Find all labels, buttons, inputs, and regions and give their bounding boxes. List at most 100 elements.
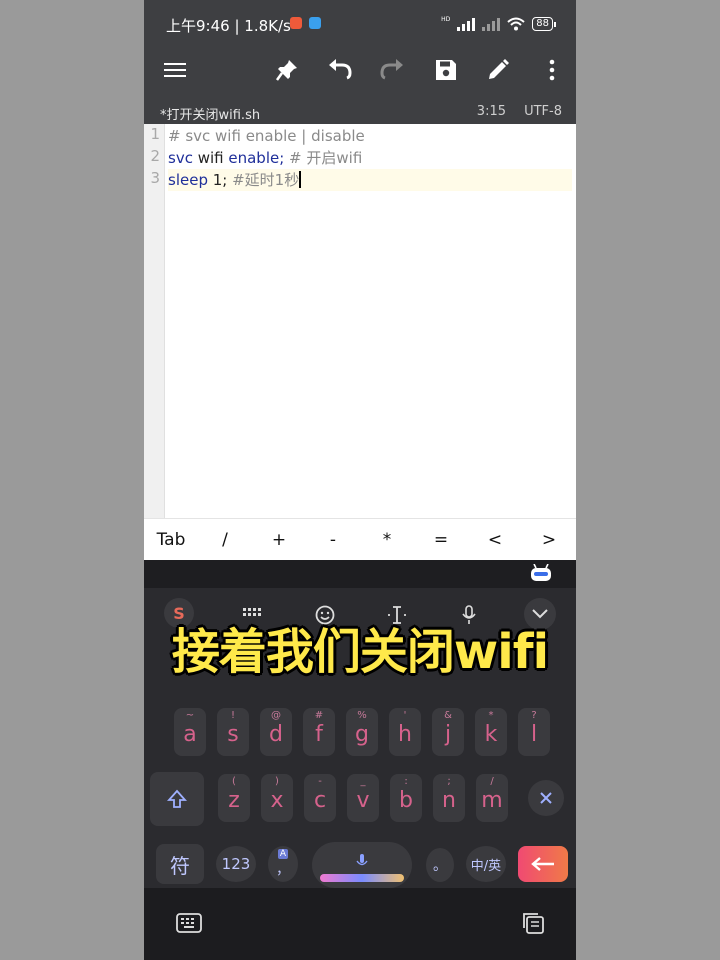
- key-secondary-symbol: #: [314, 710, 324, 721]
- delete-key[interactable]: [528, 780, 564, 816]
- numbers-key[interactable]: 123: [216, 846, 256, 882]
- space-key[interactable]: [312, 842, 412, 888]
- key-secondary-symbol: %: [357, 710, 367, 721]
- letter-key-n[interactable]: ; n: [433, 774, 465, 822]
- symbol-key[interactable]: *: [360, 519, 414, 561]
- key-secondary-symbol: *: [488, 710, 494, 721]
- letter-key-h[interactable]: ' h: [389, 708, 421, 756]
- symbol-key[interactable]: =: [414, 519, 468, 561]
- key-letter: f: [315, 722, 323, 747]
- keyboard-icon: [176, 913, 202, 933]
- shift-icon: [167, 789, 187, 808]
- key-secondary-symbol: /: [490, 776, 494, 787]
- code-line-active[interactable]: sleep 1; #延时1秒: [168, 169, 572, 191]
- symbol-key[interactable]: +: [252, 519, 306, 561]
- letter-key-g[interactable]: % g: [346, 708, 378, 756]
- code-token: # svc wifi enable | disable: [168, 127, 365, 145]
- code-token: # 开启wifi: [289, 149, 363, 167]
- key-letter: m: [481, 788, 503, 813]
- symbol-key[interactable]: Tab: [144, 519, 198, 561]
- signal-icon: [457, 17, 476, 31]
- enter-key[interactable]: [518, 846, 568, 882]
- undo-icon: [329, 59, 352, 80]
- video-caption: 接着我们关闭wifi: [171, 624, 549, 680]
- letter-key-f[interactable]: # f: [303, 708, 335, 756]
- keyboard-switch-button[interactable]: [174, 908, 204, 938]
- code-line[interactable]: # svc wifi enable | disable: [168, 125, 572, 147]
- letter-key-k[interactable]: * k: [475, 708, 507, 756]
- edit-button[interactable]: [482, 54, 514, 86]
- key-secondary-symbol: !: [230, 710, 235, 721]
- key-letter: a: [183, 722, 197, 747]
- code-token: enable;: [228, 149, 290, 167]
- symbol-key[interactable]: -: [306, 519, 360, 561]
- period-key[interactable]: 。: [426, 848, 454, 882]
- key-letter: j: [444, 722, 452, 747]
- keyboard-bottom-bar: [144, 888, 576, 960]
- key-letter: v: [356, 788, 370, 813]
- comma-key[interactable]: A ，: [268, 846, 298, 882]
- save-button[interactable]: [430, 54, 462, 86]
- key-letter: l: [530, 722, 538, 747]
- shift-key[interactable]: [150, 772, 204, 826]
- code-token: #延时1秒: [232, 171, 300, 189]
- key-letter: b: [399, 788, 413, 813]
- clipboard-button[interactable]: [518, 908, 548, 938]
- cursor-position: 3:15: [476, 104, 506, 119]
- line-number: 2: [150, 147, 160, 165]
- pin-button[interactable]: [271, 54, 303, 86]
- line-number: 1: [150, 125, 160, 143]
- edit-icon: [489, 59, 509, 79]
- file-name[interactable]: *打开关闭wifi.sh: [160, 104, 260, 123]
- language-switch-key[interactable]: 中/英: [466, 846, 506, 882]
- status-time: 上午9:46 | 1.8K/s: [166, 17, 291, 35]
- signal-secondary-icon: [482, 17, 501, 31]
- letter-key-l[interactable]: ? l: [518, 708, 550, 756]
- letter-key-d[interactable]: @ d: [260, 708, 292, 756]
- code-editor[interactable]: 1 2 3 # svc wifi enable | disable svc wi…: [144, 124, 576, 518]
- redo-icon: [380, 59, 403, 80]
- letter-key-a[interactable]: ~ a: [174, 708, 206, 756]
- more-icon: [549, 59, 555, 81]
- phone-screen: 上午9:46 | 1.8K/s HD 88 *打开关闭wifi.sh 3:15 …: [144, 0, 576, 960]
- voice-wave: [320, 874, 404, 882]
- key-secondary-symbol: &: [444, 710, 452, 721]
- comma-key-label: ，: [276, 862, 290, 878]
- code-line[interactable]: svc wifi enable; # 开启wifi: [168, 147, 572, 169]
- key-letter: s: [227, 722, 239, 747]
- letter-key-x[interactable]: ) x: [261, 774, 293, 822]
- enter-arrow-icon: [531, 857, 554, 871]
- notification-icon: [309, 17, 321, 29]
- symbol-key[interactable]: >: [522, 519, 576, 561]
- undo-button[interactable]: [324, 54, 356, 86]
- robot-icon[interactable]: [530, 564, 552, 582]
- file-encoding[interactable]: UTF-8: [524, 104, 562, 119]
- save-icon: [436, 60, 456, 80]
- app-header: 上午9:46 | 1.8K/s HD 88: [144, 0, 576, 100]
- symbol-key[interactable]: /: [198, 519, 252, 561]
- key-letter: c: [313, 788, 327, 813]
- battery-level: 88: [532, 17, 553, 31]
- small-letter-badge: A: [277, 849, 289, 859]
- key-secondary-symbol: ~: [185, 710, 195, 721]
- letter-key-v[interactable]: _ v: [347, 774, 379, 822]
- battery-icon: 88: [532, 17, 556, 31]
- clipboard-icon: [523, 913, 544, 934]
- key-letter: h: [398, 722, 412, 747]
- letter-key-m[interactable]: / m: [476, 774, 508, 822]
- redo-button[interactable]: [376, 54, 408, 86]
- symbol-key[interactable]: <: [468, 519, 522, 561]
- key-secondary-symbol: -: [318, 776, 322, 787]
- key-secondary-symbol: ?: [531, 710, 537, 721]
- letter-key-j[interactable]: & j: [432, 708, 464, 756]
- letter-key-z[interactable]: (z: [218, 774, 250, 822]
- letter-key-c[interactable]: -c: [304, 774, 336, 822]
- letter-key-b[interactable]: :b: [390, 774, 422, 822]
- menu-button[interactable]: [159, 54, 191, 86]
- symbols-key[interactable]: 符: [156, 844, 204, 884]
- key-secondary-symbol: ': [403, 710, 407, 721]
- file-info-bar: *打开关闭wifi.sh 3:15 UTF-8: [144, 100, 576, 124]
- pin-icon: [275, 60, 297, 81]
- letter-key-s[interactable]: ! s: [217, 708, 249, 756]
- more-button[interactable]: [536, 54, 568, 86]
